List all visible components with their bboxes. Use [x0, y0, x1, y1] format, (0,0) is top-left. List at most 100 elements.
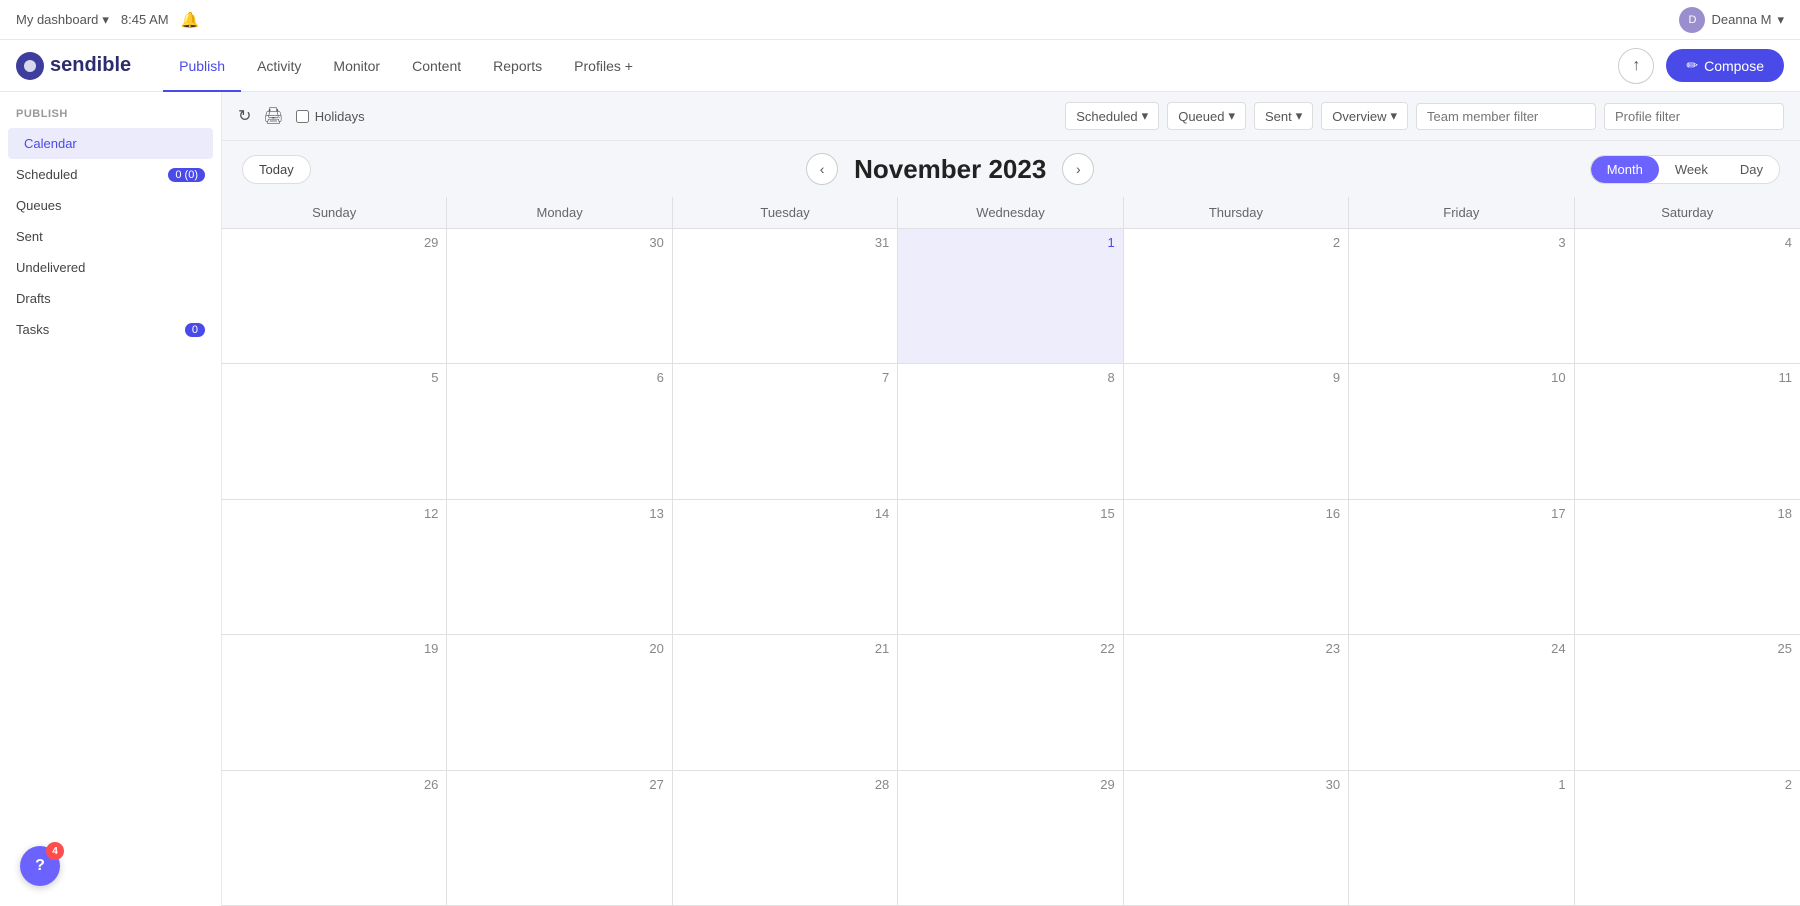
calendar-cell[interactable]: 13: [447, 500, 672, 634]
sidebar-badge-scheduled: 0 (0): [168, 168, 205, 182]
week-view-button[interactable]: Week: [1659, 156, 1724, 183]
print-icon: 🖨: [263, 108, 283, 125]
header-tuesday: Tuesday: [673, 197, 898, 228]
sidebar-item-undelivered[interactable]: Undelivered: [0, 252, 221, 283]
calendar-cell[interactable]: 29: [222, 229, 447, 363]
tab-profiles[interactable]: Profiles +: [558, 40, 649, 92]
notification-icon[interactable]: 🔔: [181, 11, 200, 29]
calendar-cell[interactable]: 14: [673, 500, 898, 634]
overview-filter-label: Overview: [1332, 109, 1386, 124]
calendar-cell[interactable]: 12: [222, 500, 447, 634]
calendar-cell[interactable]: 17: [1349, 500, 1574, 634]
calendar-cell[interactable]: 16: [1124, 500, 1349, 634]
sidebar: PUBLISH Calendar Scheduled 0 (0) Queues …: [0, 92, 222, 906]
sent-filter-label: Sent: [1265, 109, 1292, 124]
calendar-cell[interactable]: 20: [447, 635, 672, 769]
calendar-cell[interactable]: 29: [898, 771, 1123, 905]
holidays-label: Holidays: [315, 109, 365, 124]
username: Deanna M: [1711, 12, 1771, 27]
toolbar: ↻ 🖨 Holidays Scheduled ▾ Queued ▾ Sen: [222, 92, 1800, 141]
print-button[interactable]: 🖨: [263, 106, 283, 126]
calendar-cell[interactable]: 9: [1124, 364, 1349, 498]
calendar-cell[interactable]: 1: [1349, 771, 1574, 905]
holidays-checkbox[interactable]: [296, 110, 309, 123]
calendar-cell[interactable]: 2: [1575, 771, 1800, 905]
calendar-cell[interactable]: 22: [898, 635, 1123, 769]
calendar-cell[interactable]: 6: [447, 364, 672, 498]
avatar: D: [1679, 7, 1705, 33]
sent-filter[interactable]: Sent ▾: [1254, 102, 1313, 130]
calendar-cell[interactable]: 10: [1349, 364, 1574, 498]
sidebar-item-scheduled[interactable]: Scheduled 0 (0): [0, 159, 221, 190]
calendar-cell[interactable]: 26: [222, 771, 447, 905]
month-view-button[interactable]: Month: [1591, 156, 1659, 183]
today-button[interactable]: Today: [242, 155, 311, 184]
queued-filter[interactable]: Queued ▾: [1167, 102, 1246, 130]
calendar-cell[interactable]: 30: [447, 229, 672, 363]
view-switcher: Month Week Day: [1590, 155, 1780, 184]
calendar-cell[interactable]: 23: [1124, 635, 1349, 769]
sidebar-item-sent[interactable]: Sent: [0, 221, 221, 252]
calendar-cell[interactable]: 31: [673, 229, 898, 363]
scheduled-filter[interactable]: Scheduled ▾: [1065, 102, 1159, 130]
next-month-button[interactable]: ›: [1062, 153, 1094, 185]
overview-filter-dropdown-icon: ▾: [1390, 108, 1397, 124]
sidebar-item-label-queues: Queues: [16, 198, 62, 213]
calendar-cell[interactable]: 4: [1575, 229, 1800, 363]
sidebar-item-label-sent: Sent: [16, 229, 43, 244]
calendar-cell[interactable]: 27: [447, 771, 672, 905]
sidebar-item-drafts[interactable]: Drafts: [0, 283, 221, 314]
tab-publish[interactable]: Publish: [163, 40, 241, 92]
day-headers: Sunday Monday Tuesday Wednesday Thursday…: [222, 197, 1800, 229]
tab-activity[interactable]: Activity: [241, 40, 317, 92]
queued-filter-label: Queued: [1178, 109, 1224, 124]
tab-content[interactable]: Content: [396, 40, 477, 92]
calendar-cell[interactable]: 24: [1349, 635, 1574, 769]
day-view-button[interactable]: Day: [1724, 156, 1779, 183]
calendar-cell-today[interactable]: 1: [898, 229, 1123, 363]
nav-right: ↑ ✏ Compose: [1618, 48, 1784, 84]
calendar-cell[interactable]: 5: [222, 364, 447, 498]
sidebar-item-calendar[interactable]: Calendar: [8, 128, 213, 159]
scheduled-filter-dropdown-icon: ▾: [1142, 108, 1149, 124]
sidebar-item-queues[interactable]: Queues: [0, 190, 221, 221]
sidebar-item-label-scheduled: Scheduled: [16, 167, 77, 182]
calendar-cell[interactable]: 19: [222, 635, 447, 769]
user-info[interactable]: D Deanna M ▾: [1679, 7, 1784, 33]
time-display: 8:45 AM: [121, 12, 169, 27]
scheduled-filter-label: Scheduled: [1076, 109, 1137, 124]
sidebar-item-tasks[interactable]: Tasks 0: [0, 314, 221, 345]
user-dropdown-icon: ▾: [1777, 12, 1784, 28]
calendar-cell[interactable]: 11: [1575, 364, 1800, 498]
calendar-cell[interactable]: 21: [673, 635, 898, 769]
dashboard-label[interactable]: My dashboard ▾: [16, 12, 109, 28]
top-bar-left: My dashboard ▾ 8:45 AM 🔔: [16, 11, 199, 29]
holidays-checkbox-label[interactable]: Holidays: [296, 109, 365, 124]
dashboard-dropdown-icon[interactable]: ▾: [102, 12, 109, 28]
upload-button[interactable]: ↑: [1618, 48, 1654, 84]
calendar-cell[interactable]: 25: [1575, 635, 1800, 769]
calendar-cell[interactable]: 30: [1124, 771, 1349, 905]
calendar-nav: Today ‹ November 2023 › Month Week Day: [222, 141, 1800, 197]
calendar-cell[interactable]: 3: [1349, 229, 1574, 363]
team-member-filter[interactable]: [1416, 103, 1596, 130]
compose-button[interactable]: ✏ Compose: [1666, 49, 1784, 82]
logo[interactable]: sendible: [16, 52, 131, 80]
profile-filter[interactable]: [1604, 103, 1784, 130]
calendar-cell[interactable]: 15: [898, 500, 1123, 634]
refresh-button[interactable]: ↻: [238, 106, 251, 126]
header-wednesday: Wednesday: [898, 197, 1123, 228]
calendar-cell[interactable]: 2: [1124, 229, 1349, 363]
prev-month-button[interactable]: ‹: [806, 153, 838, 185]
overview-filter[interactable]: Overview ▾: [1321, 102, 1408, 130]
tab-monitor[interactable]: Monitor: [317, 40, 396, 92]
calendar-cell[interactable]: 7: [673, 364, 898, 498]
help-button[interactable]: ? 4: [20, 846, 60, 886]
tab-reports[interactable]: Reports: [477, 40, 558, 92]
calendar-cell[interactable]: 28: [673, 771, 898, 905]
calendar-cell[interactable]: 8: [898, 364, 1123, 498]
logo-icon: [16, 52, 44, 80]
calendar-cell[interactable]: 18: [1575, 500, 1800, 634]
calendar-week-4: 19 20 21 22 23 24 25: [222, 635, 1800, 770]
compose-icon: ✏: [1686, 57, 1698, 74]
